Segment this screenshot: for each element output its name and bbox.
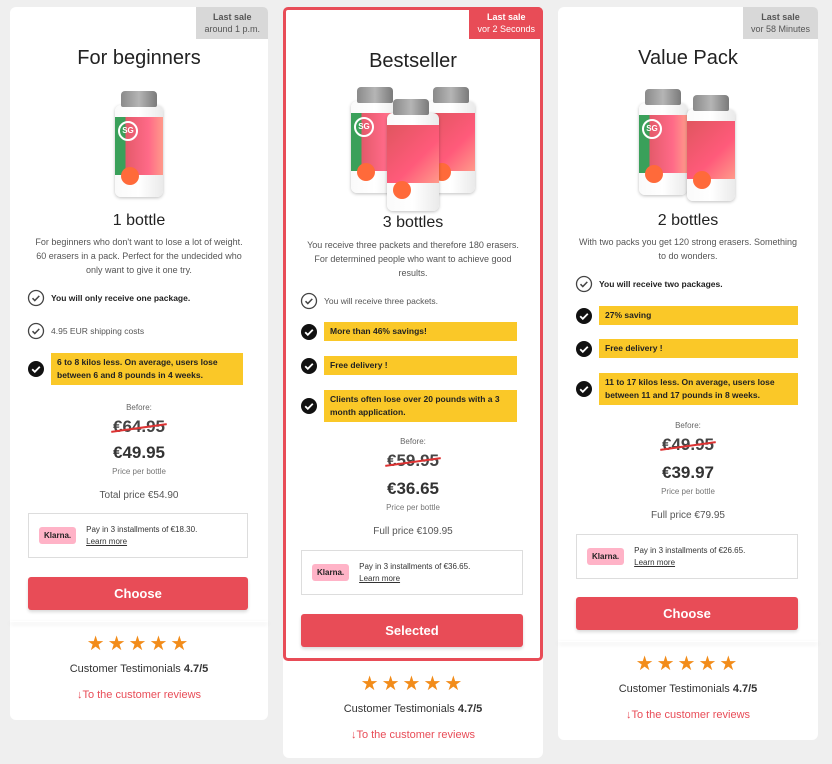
price-per-bottle-label: Price per bottle — [386, 503, 440, 512]
testimonials-label: Customer Testimonials 4.7/5 — [343, 703, 483, 715]
klarna-installment-text: Pay in 3 installments of €36.65. — [359, 561, 471, 571]
check-circle-filled-icon — [301, 357, 317, 374]
feature-item: 4.95 EUR shipping costs — [27, 322, 248, 340]
klarna-box: Klarna. Pay in 3 installments of €26.65.… — [576, 534, 798, 579]
klarna-box: Klarna. Pay in 3 installments of €36.65.… — [301, 550, 523, 595]
bottle-icon: SG — [639, 89, 687, 195]
learn-more-link[interactable]: Learn more — [86, 536, 197, 548]
new-price: €39.97 — [662, 463, 714, 482]
quantity-label: 1 bottle — [112, 212, 166, 229]
description: With two packs you get 120 strong eraser… — [578, 237, 798, 261]
feature-item: You will only receive one package. — [27, 289, 248, 307]
card-title: Value Pack — [638, 47, 738, 69]
bottle-icon — [387, 99, 439, 211]
bottle-icon: SG — [115, 91, 163, 197]
quantity-label: 3 bottles — [382, 214, 444, 231]
before-label: Before: — [400, 437, 426, 446]
quantity-label: 2 bottles — [657, 212, 719, 229]
learn-more-link[interactable]: Learn more — [634, 557, 745, 569]
product-image: SG — [99, 87, 179, 207]
feature-item: 6 to 8 kilos less. On average, users los… — [27, 353, 248, 385]
check-circle-filled-icon — [301, 323, 317, 340]
check-circle-filled-icon — [576, 307, 592, 324]
customer-reviews-link[interactable]: ↓To the customer reviews — [10, 689, 268, 701]
klarna-logo: Klarna. — [587, 548, 625, 565]
klarna-installment-text: Pay in 3 installments of €18.30. — [86, 524, 198, 534]
learn-more-link[interactable]: Learn more — [359, 573, 470, 585]
divider — [10, 621, 268, 622]
rating-stars: ★★★★★ — [635, 653, 741, 675]
bottle-icon — [687, 95, 735, 201]
feature-item: You will receive two packages. — [575, 275, 798, 293]
feature-item: You will receive three packets. — [300, 292, 523, 310]
card-title: Bestseller — [369, 50, 457, 72]
check-circle-outline-icon — [27, 322, 45, 340]
old-price: €64.95 — [113, 417, 165, 436]
price-per-bottle-label: Price per bottle — [661, 487, 715, 496]
feature-item: Clients often lose over 20 pounds with a… — [300, 390, 523, 422]
offer-card-bestseller: Last sale vor 2 Seconds Bestseller SG 3 … — [283, 7, 543, 758]
choose-button[interactable]: Choose — [28, 577, 248, 610]
before-label: Before: — [126, 403, 152, 412]
description: You receive three packets and therefore … — [307, 240, 519, 278]
old-price: €59.95 — [387, 451, 439, 470]
feature-item: 27% saving — [575, 306, 798, 325]
offer-card-beginners: Last sale around 1 p.m. For beginners SG… — [10, 7, 268, 720]
check-circle-filled-icon — [301, 398, 317, 414]
card-title: For beginners — [77, 47, 201, 69]
offer-card-value-pack: Last sale vor 58 Minutes Value Pack SG 2… — [558, 7, 818, 740]
klarna-installment-text: Pay in 3 installments of €26.65. — [634, 545, 746, 555]
product-image: SG — [633, 85, 743, 207]
testimonials-label: Customer Testimonials 4.7/5 — [618, 683, 758, 695]
total-price: Total price €54.90 — [99, 490, 179, 501]
price-per-bottle-label: Price per bottle — [112, 467, 166, 476]
divider — [558, 641, 818, 642]
feature-item: Free delivery ! — [575, 339, 798, 358]
testimonials-label: Customer Testimonials 4.7/5 — [69, 663, 209, 675]
product-image: SG — [343, 83, 483, 213]
check-circle-outline-icon — [27, 289, 45, 307]
total-price: Full price €79.95 — [651, 510, 725, 521]
last-sale-badge: Last sale vor 58 Minutes — [742, 7, 818, 39]
check-circle-filled-icon — [576, 340, 592, 357]
new-price: €36.65 — [387, 479, 439, 498]
last-sale-badge: Last sale around 1 p.m. — [196, 7, 268, 39]
before-label: Before: — [675, 421, 701, 430]
check-circle-filled-icon — [28, 361, 44, 377]
klarna-logo: Klarna. — [312, 564, 350, 581]
rating-stars: ★★★★★ — [86, 633, 192, 655]
check-circle-outline-icon — [575, 275, 593, 293]
last-sale-badge: Last sale vor 2 Seconds — [469, 7, 543, 39]
description: For beginners who don't want to lose a l… — [35, 237, 243, 275]
old-price: €49.95 — [662, 435, 714, 454]
customer-reviews-link[interactable]: ↓To the customer reviews — [558, 709, 818, 721]
feature-item: More than 46% savings! — [300, 322, 523, 341]
rating-stars: ★★★★★ — [360, 673, 466, 695]
check-circle-outline-icon — [300, 292, 318, 310]
klarna-logo: Klarna. — [39, 527, 77, 544]
selected-button[interactable]: Selected — [301, 614, 523, 647]
klarna-box: Klarna. Pay in 3 installments of €18.30.… — [28, 513, 248, 558]
choose-button[interactable]: Choose — [576, 597, 798, 630]
feature-item: Free delivery ! — [300, 356, 523, 375]
customer-reviews-link[interactable]: ↓To the customer reviews — [283, 729, 543, 741]
feature-item: 11 to 17 kilos less. On average, users l… — [575, 373, 798, 405]
new-price: €49.95 — [113, 443, 165, 462]
total-price: Full price €109.95 — [373, 526, 453, 537]
check-circle-filled-icon — [576, 381, 592, 397]
